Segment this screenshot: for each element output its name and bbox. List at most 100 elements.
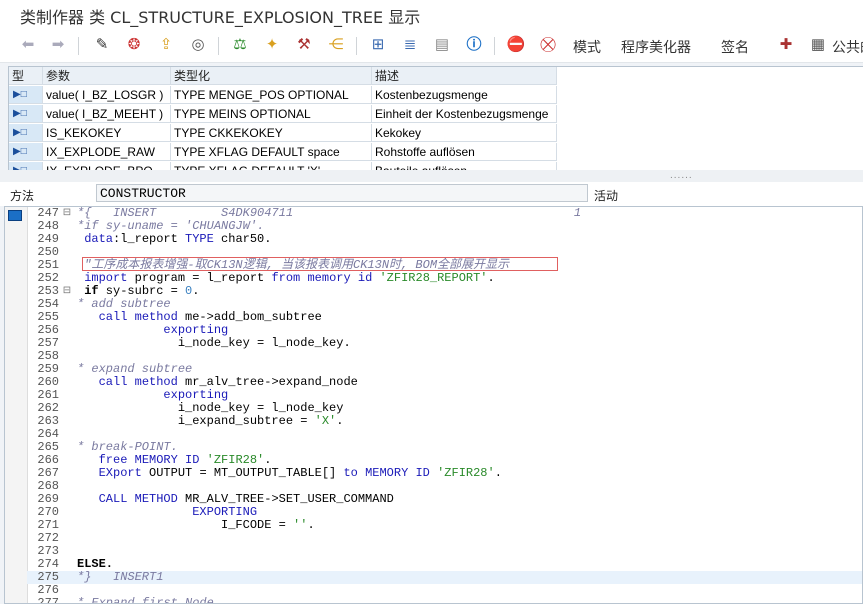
code-token: i_node_key = l_node_key.: [77, 336, 351, 350]
magic-wand-icon[interactable]: ✦: [262, 35, 282, 55]
pretty-printer-icon[interactable]: ≣: [400, 35, 420, 55]
row-selector-icon[interactable]: ▶□: [9, 86, 43, 104]
test-icon[interactable]: ⚒: [294, 35, 314, 55]
toolbar-separator: [218, 37, 219, 55]
code-token: call method: [98, 310, 178, 324]
parameter-row[interactable]: ▶□ IX_EXPLODE_RAW TYPE XFLAG DEFAULT space…: [9, 143, 863, 162]
code-token: sy-subrc =: [98, 284, 186, 298]
code-line[interactable]: 249 data:l_report TYPE char50.: [27, 233, 862, 246]
column-header-kind[interactable]: 型: [9, 67, 43, 85]
code-token: 'ZFIR28': [437, 466, 495, 480]
column-header-typing[interactable]: 类型化: [171, 67, 372, 85]
toolbar-separator: [356, 37, 357, 55]
parameter-row[interactable]: ▶□ IS_KEKOKEY TYPE CKKEKOKEY Kekokey: [9, 124, 863, 143]
code-token: .: [336, 414, 344, 428]
code-text: * Expand first Node: [77, 597, 214, 604]
title-bar: 类制作器 类 CL_STRUCTURE_EXPLOSION_TREE 显示: [0, 0, 863, 28]
info-icon[interactable]: ⓘ: [464, 35, 484, 55]
code-text: EXport OUTPUT = MT_OUTPUT_TABLE[] to MEM…: [77, 467, 502, 480]
toolbar-separator: [78, 37, 79, 55]
parameter-name: value( I_BZ_MEEHT ): [43, 105, 171, 123]
column-header-description[interactable]: 描述: [372, 67, 557, 85]
code-line[interactable]: 267 EXport OUTPUT = MT_OUTPUT_TABLE[] to…: [27, 467, 862, 480]
splitter-handle[interactable]: ......: [0, 170, 863, 182]
signature-icon[interactable]: ✚: [776, 35, 796, 55]
other-object-icon[interactable]: ❂: [124, 35, 144, 55]
cursor-marker-icon: [8, 210, 22, 221]
fold-toggle-icon[interactable]: ⊟: [61, 207, 73, 220]
code-text: I_FCODE = ''.: [77, 519, 315, 532]
parameter-name: IS_KEKOKEY: [43, 124, 171, 142]
code-token: if: [84, 284, 99, 298]
code-text: *} INSERT1: [77, 571, 163, 584]
splitter-grip-icon[interactable]: ......: [670, 170, 693, 181]
public-icon[interactable]: ▦: [808, 35, 828, 55]
display-change-icon[interactable]: ✎: [92, 35, 112, 55]
parameter-description: Kekokey: [372, 124, 557, 142]
pretty-printer-button[interactable]: 程序美化器: [621, 37, 691, 57]
code-token: .: [494, 466, 502, 480]
code-line[interactable]: 275 *} INSERT1: [27, 571, 862, 584]
mode-button[interactable]: 模式: [573, 37, 601, 57]
code-token: to MEMORY ID: [343, 466, 430, 480]
hierarchy-icon[interactable]: ⊞: [368, 35, 388, 55]
method-label: 方法: [10, 189, 35, 203]
code-editor[interactable]: 247 ⊟ *{ INSERT S4DK904711 1 248 *if sy-unam…: [4, 206, 863, 604]
code-line[interactable]: 271 I_FCODE = ''.: [27, 519, 862, 532]
breakpoint-icon[interactable]: ⛔: [506, 35, 526, 55]
code-token: char50.: [213, 232, 272, 246]
method-name-field[interactable]: CONSTRUCTOR: [96, 184, 588, 202]
code-line[interactable]: 272: [27, 532, 862, 545]
parameter-table-header: 型 参数 类型化 描述: [9, 67, 863, 86]
code-line[interactable]: 257 i_node_key = l_node_key.: [27, 337, 862, 350]
application-toolbar: ⬅ ➡ ✎ ❂ ⇪ ◎ ⚖ ✦ ⚒ ⋲ ⊞ ≣ ▤ ⓘ ⛔ ⛒ 模式 程序美化器…: [0, 28, 863, 63]
code-token: "工序成本报表增强-取CK13N逻辑, 当该报表调用CK13N时, BOM全部展…: [77, 258, 510, 272]
code-token: free MEMORY ID: [98, 453, 200, 467]
parameter-name: IX_EXPLODE_RAW: [43, 143, 171, 161]
code-token: EXPORTING: [192, 505, 258, 519]
code-token: import: [84, 271, 128, 285]
code-line[interactable]: 277 * Expand first Node: [27, 597, 862, 604]
row-selector-icon[interactable]: ▶□: [9, 105, 43, 123]
code-token: ELSE.: [77, 557, 114, 571]
code-token: .: [307, 518, 315, 532]
check-icon[interactable]: ⚖: [230, 35, 250, 55]
code-token: 'X': [314, 414, 337, 428]
parameter-typing: TYPE MEINS OPTIONAL: [171, 105, 372, 123]
where-used-icon[interactable]: ◎: [188, 35, 208, 55]
code-token: TYPE: [185, 232, 214, 246]
code-line[interactable]: 273: [27, 545, 862, 558]
fold-toggle-icon[interactable]: ⊟: [61, 285, 73, 298]
session-breakpoint-icon[interactable]: ⛒: [538, 35, 558, 55]
code-token: * add subtree: [77, 297, 171, 311]
parameter-name: value( I_BZ_LOSGR ): [43, 86, 171, 104]
layout-icon[interactable]: ▤: [432, 35, 452, 55]
code-token: :l_report: [113, 232, 186, 246]
method-status: 活动: [594, 189, 619, 203]
row-selector-icon[interactable]: ▶□: [9, 124, 43, 142]
row-selector-icon[interactable]: ▶□: [9, 143, 43, 161]
code-token: I_FCODE =: [77, 518, 294, 532]
public-button[interactable]: 公共的: [832, 37, 863, 57]
forward-icon[interactable]: ➡: [48, 35, 68, 55]
parameter-table: 型 参数 类型化 描述 ▶□ value( I_BZ_LOSGR ) TYPE ME…: [8, 66, 863, 172]
activate-icon[interactable]: ⇪: [156, 35, 176, 55]
column-header-parameter[interactable]: 参数: [43, 67, 171, 85]
parameter-typing: TYPE MENGE_POS OPTIONAL: [171, 86, 372, 104]
object-list-icon[interactable]: ⋲: [326, 35, 346, 55]
code-lines[interactable]: 247 ⊟ *{ INSERT S4DK904711 1 248 *if sy-unam…: [27, 207, 862, 604]
code-line[interactable]: 263 i_expand_subtree = 'X'.: [27, 415, 862, 428]
back-icon[interactable]: ⬅: [18, 35, 38, 55]
parameter-description: Kostenbezugsmenge: [372, 86, 557, 104]
code-token: * Expand first Node: [77, 596, 214, 604]
parameter-row[interactable]: ▶□ value( I_BZ_LOSGR ) TYPE MENGE_POS OPTI…: [9, 86, 863, 105]
signature-button[interactable]: 签名: [721, 37, 749, 57]
code-token: MR_ALV_TREE->SET_USER_COMMAND: [177, 492, 394, 506]
parameter-row[interactable]: ▶□ value( I_BZ_MEEHT ) TYPE MEINS OPTIONAL…: [9, 105, 863, 124]
toolbar-separator: [494, 37, 495, 55]
